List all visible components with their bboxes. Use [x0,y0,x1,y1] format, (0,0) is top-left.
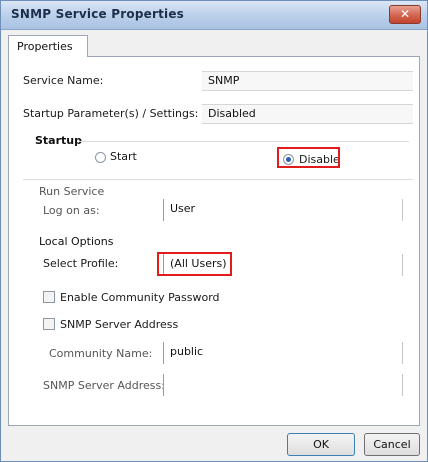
community-name-field[interactable]: public [163,342,403,364]
select-profile-label: Select Profile: [43,257,119,270]
section-divider [23,179,413,180]
tab-strip: Properties [8,35,420,57]
properties-panel: Service Name: SNMP Startup Parameter(s) … [8,56,420,426]
service-name-value: SNMP [202,71,413,91]
log-on-as-field[interactable]: User [163,199,403,221]
log-on-as-label: Log on as: [43,204,100,217]
tab-properties[interactable]: Properties [8,35,88,57]
startup-option-start-label: Start [110,150,137,163]
community-name-label: Community Name: [49,347,153,360]
server-address-checkbox-label: SNMP Server Address [60,318,179,331]
ok-button[interactable]: OK [287,433,355,456]
service-name-label: Service Name: [23,74,104,87]
profile-value-highlight [157,252,232,276]
startup-parameter-label: Startup Parameter(s) / Settings: [23,107,199,120]
server-address-checkbox[interactable] [43,318,55,330]
community-password-label: Enable Community Password [60,291,220,304]
close-button[interactable]: ✕ [389,5,421,24]
startup-group-label: Startup [35,134,82,147]
server-address-label: SNMP Server Address: [43,379,165,392]
startup-radio-start[interactable] [95,152,106,163]
cancel-button[interactable]: Cancel [364,433,420,456]
startup-group-divider [79,141,409,142]
title-bar[interactable]: SNMP Service Properties ✕ [1,1,427,30]
community-password-checkbox[interactable] [43,291,55,303]
local-options-group-label: Local Options [39,235,114,248]
properties-dialog: SNMP Service Properties ✕ Properties Ser… [0,0,428,462]
run-service-group-label: Run Service [39,185,105,198]
startup-parameter-value: Disabled [202,104,413,124]
close-icon: ✕ [399,7,411,21]
server-address-field[interactable] [163,374,403,396]
window-title: SNMP Service Properties [11,7,184,21]
disable-option-highlight [277,147,340,168]
